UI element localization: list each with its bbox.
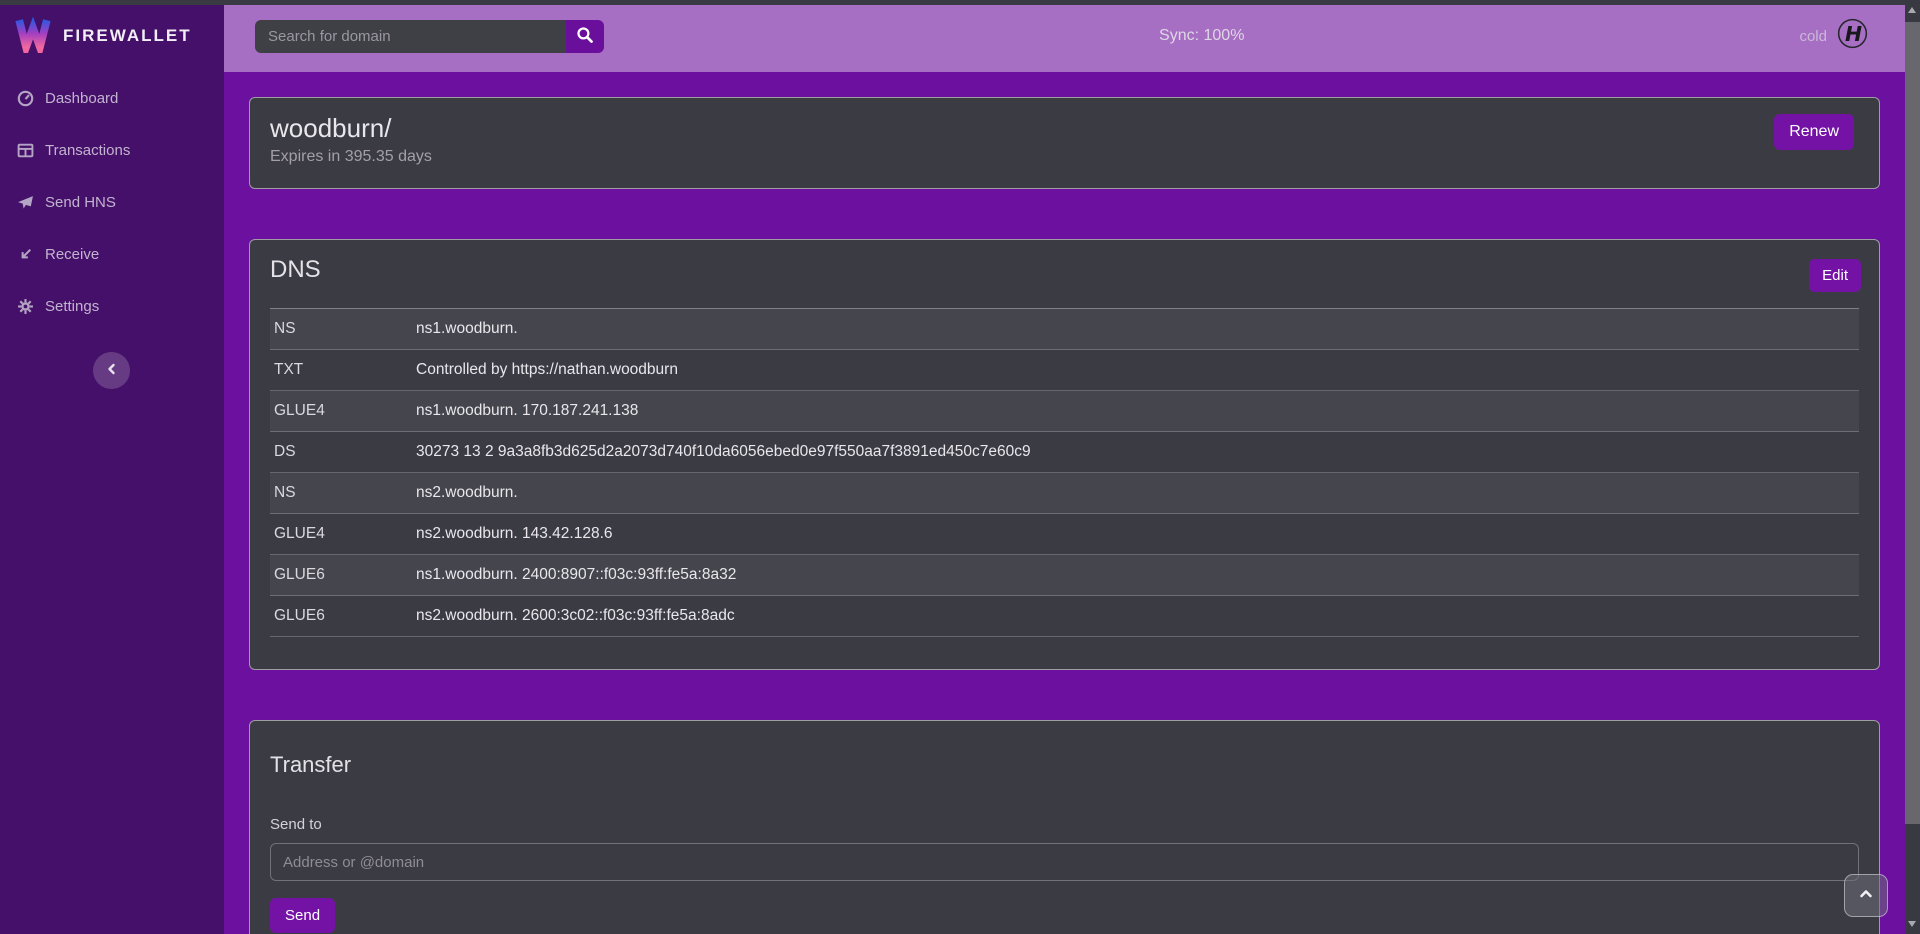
dns-record-type: NS	[270, 484, 416, 502]
dns-records-table: NS ns1.woodburn. TXT Controlled by https…	[270, 308, 1859, 637]
dns-record-type: GLUE6	[270, 566, 416, 584]
dns-record-value: ns2.woodburn. 2600:3c02::f03c:93ff:fe5a:…	[416, 607, 735, 625]
sidebar-item-label: Settings	[45, 298, 99, 315]
dns-record-value: ns2.woodburn. 143.42.128.6	[416, 525, 613, 543]
transfer-heading: Transfer	[270, 735, 1859, 781]
dns-record-row: NS ns2.woodburn.	[270, 473, 1859, 514]
dns-record-type: GLUE4	[270, 402, 416, 420]
sidebar-item-label: Send HNS	[45, 194, 116, 211]
dns-record-value: ns2.woodburn.	[416, 484, 518, 502]
sidebar-item-send-hns[interactable]: Send HNS	[0, 176, 224, 228]
search-button[interactable]	[566, 20, 604, 53]
dns-record-row: TXT Controlled by https://nathan.woodbur…	[270, 350, 1859, 391]
sidebar-item-label: Dashboard	[45, 90, 118, 107]
main-content: woodburn/ Expires in 395.35 days Renew D…	[224, 72, 1905, 934]
dns-record-row: GLUE4 ns2.woodburn. 143.42.128.6	[270, 514, 1859, 555]
scrollbar-up-arrow-icon[interactable]	[1908, 7, 1916, 13]
dns-record-row: GLUE6 ns1.woodburn. 2400:8907::f03c:93ff…	[270, 555, 1859, 596]
sidebar-item-dashboard[interactable]: Dashboard	[0, 72, 224, 124]
transfer-card: Transfer Send to Send	[249, 720, 1880, 934]
sidebar-item-label: Transactions	[45, 142, 130, 159]
transactions-icon	[17, 142, 34, 159]
dns-record-row: GLUE4 ns1.woodburn. 170.187.241.138	[270, 391, 1859, 432]
renew-button[interactable]: Renew	[1774, 114, 1854, 150]
dns-record-type: NS	[270, 320, 416, 338]
settings-icon	[17, 298, 34, 315]
sidebar-item-label: Receive	[45, 246, 99, 263]
sidebar-item-settings[interactable]: Settings	[0, 280, 224, 332]
sidebar-item-receive[interactable]: Receive	[0, 228, 224, 280]
brand: FIREWALLET	[0, 0, 224, 72]
domain-summary-card: woodburn/ Expires in 395.35 days Renew	[249, 97, 1880, 189]
chevron-up-icon	[1858, 886, 1874, 905]
dns-record-value: 30273 13 2 9a3a8fb3d625d2a2073d740f10da6…	[416, 443, 1031, 461]
domain-name: woodburn/	[270, 112, 1859, 144]
send-to-label: Send to	[270, 816, 1859, 833]
wallet-name: cold	[1799, 28, 1827, 45]
app-title: FIREWALLET	[63, 26, 192, 46]
dns-record-type: GLUE6	[270, 607, 416, 625]
firewallet-logo-icon	[14, 15, 52, 58]
chevron-left-icon	[105, 362, 119, 379]
dns-record-value: Controlled by https://nathan.woodburn	[416, 361, 678, 379]
sidebar-collapse-button[interactable]	[93, 352, 130, 389]
handshake-avatar-icon: H	[1837, 18, 1868, 54]
dns-heading: DNS	[270, 240, 1859, 286]
dns-record-row: NS ns1.woodburn.	[270, 309, 1859, 350]
search-input[interactable]	[255, 20, 566, 53]
window-top-strip	[0, 0, 1920, 5]
sidebar: FIREWALLET Dashboard Transactions Send H…	[0, 0, 224, 934]
scrollbar-thumb[interactable]	[1905, 22, 1920, 824]
sidebar-nav: Dashboard Transactions Send HNS Receive …	[0, 72, 224, 332]
dashboard-icon	[17, 90, 34, 107]
dns-card: DNS Edit NS ns1.woodburn. TXT Controlled…	[249, 239, 1880, 670]
sync-status: Sync: 100%	[604, 27, 1799, 45]
window-scrollbar[interactable]	[1905, 0, 1920, 934]
account-button[interactable]: cold H	[1799, 18, 1868, 54]
dns-record-value: ns1.woodburn.	[416, 320, 518, 338]
scroll-to-top-button[interactable]	[1844, 874, 1888, 917]
sidebar-item-transactions[interactable]: Transactions	[0, 124, 224, 176]
receive-icon	[17, 246, 34, 263]
dns-record-type: GLUE4	[270, 525, 416, 543]
domain-search	[255, 20, 604, 53]
scrollbar-down-arrow-icon[interactable]	[1908, 921, 1916, 927]
dns-record-row: DS 30273 13 2 9a3a8fb3d625d2a2073d740f10…	[270, 432, 1859, 473]
dns-record-value: ns1.woodburn. 170.187.241.138	[416, 402, 638, 420]
topbar: Sync: 100% cold H	[224, 0, 1905, 72]
dns-record-row: GLUE6 ns2.woodburn. 2600:3c02::f03c:93ff…	[270, 596, 1859, 637]
dns-record-value: ns1.woodburn. 2400:8907::f03c:93ff:fe5a:…	[416, 566, 736, 584]
transfer-address-input[interactable]	[270, 843, 1859, 881]
dns-record-type: TXT	[270, 361, 416, 379]
send-icon	[17, 194, 34, 211]
dns-record-type: DS	[270, 443, 416, 461]
send-transfer-button[interactable]: Send	[270, 898, 335, 933]
edit-dns-button[interactable]: Edit	[1809, 259, 1861, 292]
domain-expiry: Expires in 395.35 days	[270, 148, 1859, 166]
svg-text:H: H	[1845, 22, 1862, 46]
search-icon	[576, 26, 594, 47]
